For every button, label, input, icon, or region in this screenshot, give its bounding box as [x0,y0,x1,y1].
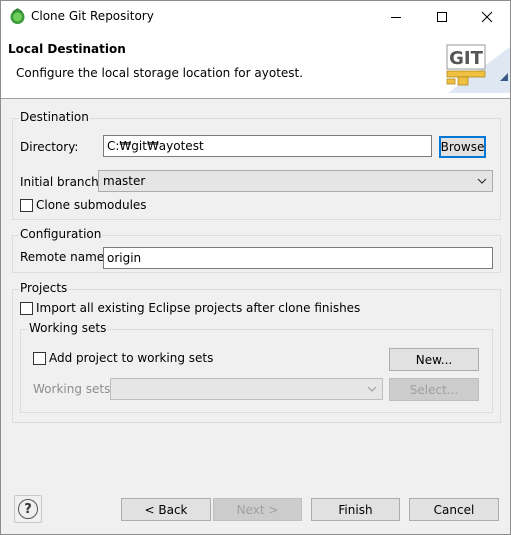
eclipse-app-icon [10,8,25,24]
finish-button[interactable]: Finish [311,498,400,521]
projects-group-label: Projects [19,281,69,295]
working-sets-select[interactable] [110,378,383,400]
import-projects-label[interactable]: Import all existing Eclipse projects aft… [36,301,360,315]
close-button[interactable] [464,1,510,33]
help-button[interactable]: ? [14,495,42,523]
next-button[interactable]: Next > [213,498,302,521]
new-working-set-button[interactable]: New... [389,348,479,371]
initial-branch-value: master [103,174,146,188]
clone-git-repository-dialog: Clone Git Repository Local Destination C… [0,0,511,535]
remote-name-input[interactable]: origin [103,247,493,269]
clone-submodules-label[interactable]: Clone submodules [36,198,147,212]
page-title: Local Destination [8,42,126,56]
minimize-button[interactable] [373,1,419,33]
help-icon: ? [18,499,38,519]
page-description: Configure the local storage location for… [16,66,304,80]
git-logo-text: GIT [449,48,483,69]
maximize-button[interactable] [419,1,465,33]
working-sets-group-label: Working sets [28,321,108,335]
window-title: Clone Git Repository [31,9,154,23]
initial-branch-label: Initial branch: [20,175,103,189]
initial-branch-select[interactable]: master [98,170,493,192]
destination-group-label: Destination [19,110,90,124]
add-to-working-sets-checkbox[interactable] [33,352,46,365]
remote-name-label: Remote name: [20,250,109,264]
browse-button[interactable]: Browse [439,136,486,158]
directory-label: Directory: [20,140,79,154]
working-sets-label: Working sets: [33,382,115,396]
import-projects-checkbox[interactable] [20,302,33,315]
select-working-sets-button[interactable]: Select... [389,378,479,401]
chevron-down-icon [477,178,487,184]
close-icon [481,11,493,23]
git-logo-icon: GIT [446,44,510,93]
configuration-group-label: Configuration [19,227,103,241]
minimize-icon [391,17,401,18]
chevron-down-icon [367,386,377,392]
wizard-header: Local Destination Configure the local st… [1,33,510,99]
maximize-icon [437,12,447,22]
cancel-button[interactable]: Cancel [409,498,499,521]
back-button[interactable]: < Back [121,498,211,521]
directory-input[interactable]: C:₩git₩ayotest [103,135,432,157]
title-bar: Clone Git Repository [1,1,510,33]
add-to-working-sets-label[interactable]: Add project to working sets [49,351,213,365]
clone-submodules-checkbox[interactable] [20,199,33,212]
